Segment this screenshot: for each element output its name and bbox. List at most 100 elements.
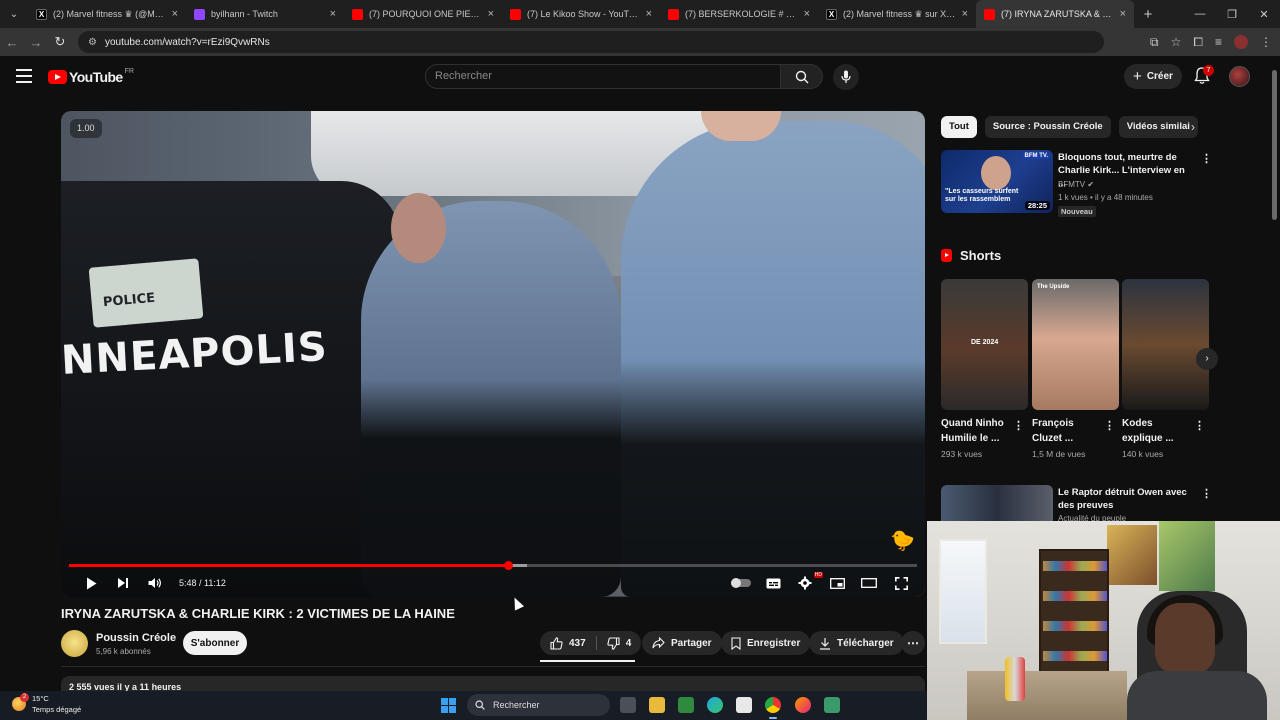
browser-tab-active[interactable]: (7) IRYNA ZARUTSKA & CHARLI × — [976, 0, 1134, 28]
tab-title: byilhann - Twitch — [211, 9, 278, 19]
task-view-icon[interactable] — [620, 697, 636, 713]
more-vert-icon[interactable]: ⋮ — [1201, 152, 1212, 165]
nvidia-icon[interactable] — [678, 697, 694, 713]
more-vert-icon[interactable]: ⋮ — [1194, 419, 1205, 432]
next-button[interactable] — [107, 569, 139, 597]
weather-widget[interactable]: 2 15°C Temps dégagé — [12, 693, 81, 715]
close-tab-icon[interactable]: × — [646, 8, 652, 20]
reload-icon[interactable]: ↻ — [48, 34, 72, 50]
close-tab-icon[interactable]: × — [962, 8, 968, 20]
video-duration: 28:25 — [1024, 201, 1050, 210]
restore-icon[interactable]: ❐ — [1216, 0, 1248, 28]
forward-icon[interactable]: → — [24, 35, 48, 50]
theater-icon — [861, 578, 877, 588]
scrollbar-thumb[interactable] — [1272, 70, 1277, 220]
minimize-icon[interactable]: — — [1184, 0, 1216, 28]
more-actions-button[interactable]: ⋯ — [901, 631, 925, 655]
short-thumbnail[interactable]: DE 2024 — [941, 279, 1028, 410]
tab-title: (7) POURQUOI ONE PIECE DEV — [369, 9, 484, 19]
close-tab-icon[interactable]: × — [330, 8, 336, 20]
windows-start-icon[interactable] — [441, 698, 456, 713]
firefox-icon[interactable] — [795, 697, 811, 713]
store-icon[interactable] — [736, 697, 752, 713]
x-logo-icon: X — [826, 8, 837, 20]
short-title[interactable]: François Cluzet ... — [1032, 416, 1102, 446]
close-window-icon[interactable]: ✕ — [1248, 0, 1280, 28]
install-app-icon[interactable]: ⧉ — [1150, 35, 1159, 50]
close-tab-icon[interactable]: × — [488, 8, 494, 20]
browser-tab[interactable]: (7) Le Kikoo Show - YouTube × — [502, 0, 660, 28]
close-tab-icon[interactable]: × — [804, 8, 810, 20]
play-button[interactable] — [75, 569, 107, 597]
recommended-title[interactable]: Le Raptor détruit Owen avec des preuves — [1058, 486, 1198, 512]
video-player[interactable]: POLICE NNEAPOLIS 1.00 🐤 5:48 / 11:12 HD — [61, 111, 925, 597]
volume-button[interactable] — [139, 569, 171, 597]
edge-icon[interactable] — [707, 697, 723, 713]
chip-source[interactable]: Source : Poussin Créole — [984, 116, 1111, 138]
share-button[interactable]: Partager — [642, 631, 722, 655]
like-button[interactable]: 437 — [540, 631, 596, 655]
bookmark-star-icon[interactable]: ☆ — [1171, 35, 1182, 49]
shorts-logo-icon — [941, 249, 952, 262]
youtube-logo-text: YouTube — [69, 69, 123, 85]
chips-next-chevron-icon[interactable]: › — [1184, 116, 1202, 138]
account-avatar[interactable] — [1229, 66, 1250, 87]
short-title[interactable]: Kodes explique ... — [1122, 416, 1192, 446]
close-tab-icon[interactable]: × — [1120, 8, 1126, 20]
subscribe-button[interactable]: S'abonner — [183, 631, 247, 655]
download-button[interactable]: Télécharger — [809, 631, 904, 655]
voice-search-button[interactable] — [833, 64, 859, 90]
short-thumbnail[interactable] — [1122, 279, 1209, 410]
shorts-next-button[interactable]: › — [1196, 348, 1218, 370]
site-info-icon[interactable]: ⚙ — [88, 37, 97, 48]
new-tab-button[interactable]: + — [1134, 6, 1162, 23]
media-controls-icon[interactable]: ≡ — [1215, 35, 1222, 49]
subtitles-button[interactable] — [759, 569, 787, 597]
search-input[interactable]: Rechercher — [425, 64, 781, 89]
file-explorer-icon[interactable] — [649, 697, 665, 713]
address-bar[interactable]: ⚙ youtube.com/watch?v=rEzi9QvwRNs — [78, 31, 1104, 53]
settings-button[interactable]: HD — [791, 569, 823, 597]
channel-name[interactable]: Poussin Créole — [96, 632, 176, 644]
profile-avatar[interactable] — [1234, 35, 1248, 49]
search-button[interactable] — [781, 64, 823, 89]
browser-tab[interactable]: (7) POURQUOI ONE PIECE DEV × — [344, 0, 502, 28]
miniplayer-button[interactable] — [823, 569, 851, 597]
save-button[interactable]: Enregistrer — [721, 631, 811, 655]
save-label: Enregistrer — [747, 637, 801, 649]
more-vert-icon[interactable]: ⋮ — [1013, 419, 1024, 432]
playback-speed-badge: 1.00 — [70, 119, 102, 138]
short-thumbnail[interactable]: The Upside — [1032, 279, 1119, 410]
youtube-logo[interactable]: YouTube FR — [48, 68, 134, 85]
page-scrollbar[interactable] — [1270, 60, 1278, 520]
close-tab-icon[interactable]: × — [172, 8, 178, 20]
recommended-thumbnail[interactable] — [941, 485, 1053, 525]
more-vert-icon[interactable]: ⋮ — [1104, 419, 1115, 432]
theater-mode-button[interactable] — [855, 569, 883, 597]
dislike-button[interactable]: 4 — [597, 631, 642, 655]
tab-search-menu-icon[interactable]: ⌄ — [0, 0, 28, 28]
progress-bar[interactable] — [69, 561, 917, 570]
back-icon[interactable]: ← — [0, 35, 24, 50]
app-icon[interactable] — [824, 697, 840, 713]
channel-avatar[interactable] — [61, 630, 88, 657]
browser-tab[interactable]: X (2) Marvel fitness ♛ sur X : "@S × — [818, 0, 976, 28]
browser-tab[interactable]: byilhann - Twitch × — [186, 0, 344, 28]
browser-tab[interactable]: (7) BERSERKOLOGIE # 1 - L' ar × — [660, 0, 818, 28]
taskbar-search[interactable]: Rechercher — [467, 694, 610, 716]
chip-all[interactable]: Tout — [941, 116, 977, 138]
subtitles-icon — [766, 578, 780, 588]
create-button[interactable]: + Créer — [1124, 64, 1182, 89]
recommended-thumbnail[interactable]: BFM TV. "Les casseurs surfent sur les ra… — [941, 150, 1053, 213]
chrome-icon[interactable] — [765, 697, 781, 713]
fullscreen-button[interactable] — [887, 569, 915, 597]
more-vert-icon[interactable]: ⋮ — [1201, 487, 1212, 500]
divider — [61, 666, 925, 667]
menu-icon[interactable] — [16, 69, 32, 83]
browser-menu-icon[interactable]: ⋮ — [1260, 35, 1272, 49]
browser-tab[interactable]: X (2) Marvel fitness ♛ (@MarvelF × — [28, 0, 186, 28]
video-frame: POLICE NNEAPOLIS — [61, 111, 925, 597]
extensions-icon[interactable]: ⧠ — [1193, 35, 1203, 50]
short-title[interactable]: Quand Ninho Humilie le ... — [941, 416, 1011, 446]
autoplay-toggle[interactable] — [727, 569, 755, 597]
